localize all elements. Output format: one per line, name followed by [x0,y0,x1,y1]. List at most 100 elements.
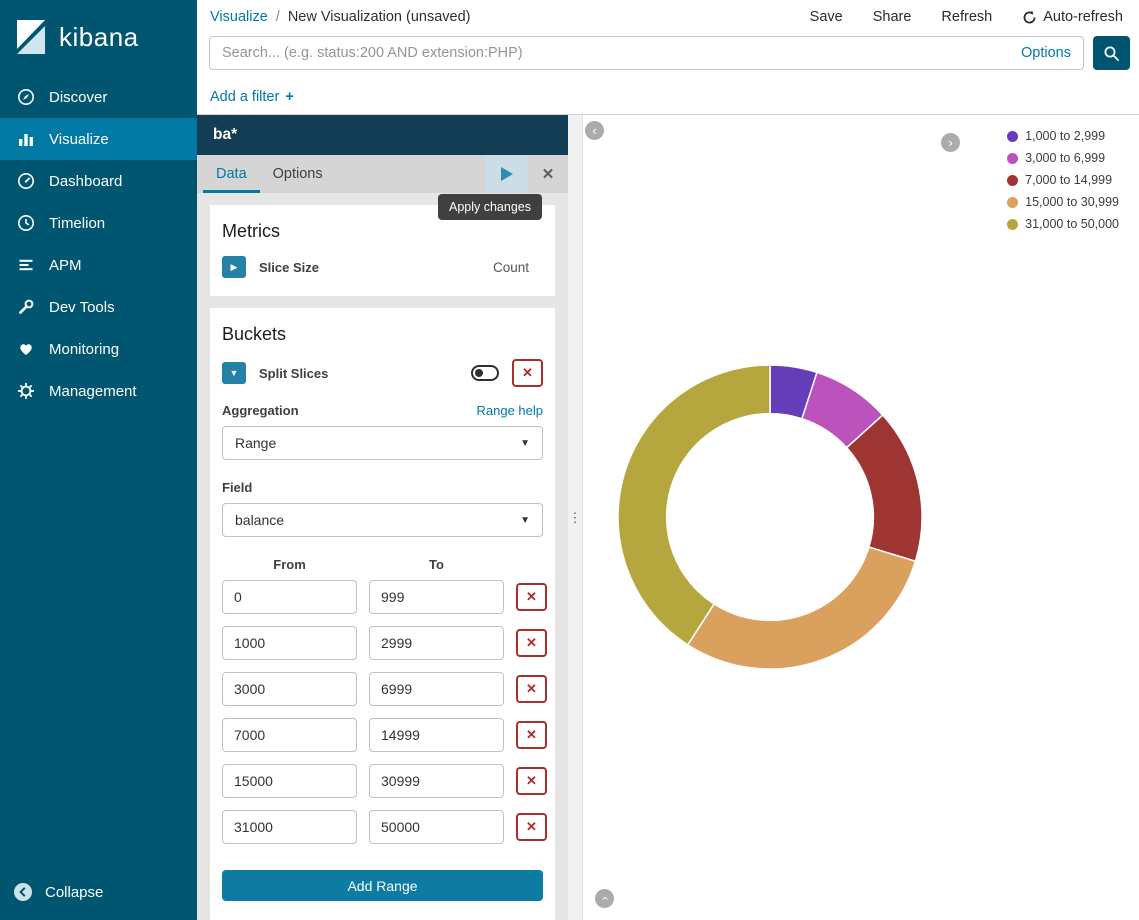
sidebar-item-label: Management [49,383,137,400]
kibana-logo: kibana [0,0,197,76]
range-to-input[interactable] [369,672,504,706]
legend-label: 7,000 to 14,999 [1025,173,1112,187]
content-area: ba* Data Options ✕ Apply changes Metrics [197,115,1139,920]
from-column-header: From [222,557,357,572]
search-bar: Options [197,34,1139,79]
legend-label: 15,000 to 30,999 [1025,195,1119,209]
range-to-input[interactable] [369,810,504,844]
search-box: Options [209,36,1084,70]
donut-slice[interactable] [618,365,770,645]
metric-value: Count [493,260,543,275]
to-column-header: To [369,557,504,572]
add-filter-plus-icon[interactable]: + [285,89,293,105]
range-from-input[interactable] [222,580,357,614]
share-button[interactable]: Share [873,9,912,25]
tab-options[interactable]: Options [260,155,336,193]
expand-metric-button[interactable]: ▶ [222,256,246,278]
collapse-legend-button[interactable]: › [941,133,960,152]
toggle-dot [475,369,483,377]
aggregation-select[interactable]: Range ▼ [222,426,543,460]
range-from-input[interactable] [222,810,357,844]
range-from-input[interactable] [222,626,357,660]
legend-label: 1,000 to 2,999 [1025,129,1105,143]
field-select[interactable]: balance ▼ [222,503,543,537]
discard-changes-button[interactable]: ✕ [528,155,568,193]
search-submit-button[interactable] [1093,36,1130,70]
collapse-bottom-button[interactable]: › [595,889,614,908]
wrench-icon [17,298,35,316]
bucket-type-label: Split Slices [259,366,328,381]
remove-bucket-button[interactable]: ✕ [512,359,543,387]
legend-item[interactable]: 7,000 to 14,999 [1007,173,1119,187]
sidebar-item-timelion[interactable]: Timelion [0,202,197,244]
collapse-bucket-button[interactable]: ▼ [222,362,246,384]
sidebar-item-apm[interactable]: APM [0,244,197,286]
range-rows: ✕✕✕✕✕✕ [222,580,543,844]
collapse-label: Collapse [45,884,103,901]
remove-range-button[interactable]: ✕ [516,675,547,703]
sidebar-item-monitoring[interactable]: Monitoring [0,328,197,370]
topbar-actions: Save Share Refresh Auto-refresh [810,9,1123,25]
remove-range-button[interactable]: ✕ [516,813,547,841]
field-label: Field [222,480,252,495]
metrics-heading: Metrics [222,221,543,242]
legend-item[interactable]: 15,000 to 30,999 [1007,195,1119,209]
range-to-input[interactable] [369,626,504,660]
breadcrumb-visualize-link[interactable]: Visualize [210,9,268,25]
sidebar-item-visualize[interactable]: Visualize [0,118,197,160]
legend-label: 3,000 to 6,999 [1025,151,1105,165]
legend-label: 31,000 to 50,000 [1025,217,1119,231]
save-button[interactable]: Save [810,9,843,25]
range-row: ✕ [222,810,543,844]
collapse-editor-button[interactable]: ‹ [585,121,604,140]
range-to-input[interactable] [369,718,504,752]
sidebar-item-label: Dev Tools [49,299,115,316]
legend-item[interactable]: 31,000 to 50,000 [1007,217,1119,231]
add-filter-link[interactable]: Add a filter [210,89,279,105]
sidebar-item-dashboard[interactable]: Dashboard [0,160,197,202]
add-range-button[interactable]: Add Range [222,870,543,901]
search-input[interactable] [222,45,1009,61]
range-to-input[interactable] [369,580,504,614]
gear-icon [17,382,35,400]
search-options-link[interactable]: Options [1021,45,1071,61]
sidebar-item-discover[interactable]: Discover [0,76,197,118]
remove-range-button[interactable]: ✕ [516,767,547,795]
refresh-button[interactable]: Refresh [941,9,992,25]
disable-bucket-toggle[interactable] [471,365,499,381]
editor-scroll-area: Metrics ▶ Slice Size Count Buckets ▼ Spl… [197,193,568,920]
range-to-input[interactable] [369,764,504,798]
panel-resize-handle[interactable]: ⋮ [568,115,583,920]
range-from-input[interactable] [222,718,357,752]
range-from-input[interactable] [222,764,357,798]
sidebar-item-management[interactable]: Management [0,370,197,412]
apply-changes-button[interactable] [485,155,528,193]
legend-item[interactable]: 1,000 to 2,999 [1007,129,1119,143]
aggregation-label-row: Aggregation Range help [222,403,543,418]
chart-panel: ‹ › › 1,000 to 2,999 3,000 to 6,999 7,000 … [583,115,1139,920]
app-root: kibana Discover Visualize DashboardTimelio… [0,0,1139,920]
field-selected-value: balance [235,512,284,528]
refresh-circular-icon [1022,10,1037,25]
donut-slice[interactable] [847,415,922,561]
auto-refresh-label: Auto-refresh [1043,9,1123,25]
range-row: ✕ [222,580,543,614]
legend-item[interactable]: 3,000 to 6,999 [1007,151,1119,165]
metric-row[interactable]: ▶ Slice Size Count [222,256,543,278]
legend-dot [1007,153,1018,164]
sidebar-item-label: Visualize [49,131,109,148]
remove-range-button[interactable]: ✕ [516,629,547,657]
range-row: ✕ [222,764,543,798]
remove-range-button[interactable]: ✕ [516,721,547,749]
index-pattern-header: ba* [197,115,568,155]
range-from-input[interactable] [222,672,357,706]
sidebar-item-dev-tools[interactable]: Dev Tools [0,286,197,328]
tab-data[interactable]: Data [203,155,260,193]
metric-label: Slice Size [259,260,319,275]
remove-range-button[interactable]: ✕ [516,583,547,611]
auto-refresh-button[interactable]: Auto-refresh [1022,9,1123,25]
donut-slice[interactable] [688,547,916,669]
sidebar-collapse-button[interactable]: Collapse [0,882,197,920]
range-help-link[interactable]: Range help [477,403,544,418]
range-row: ✕ [222,718,543,752]
